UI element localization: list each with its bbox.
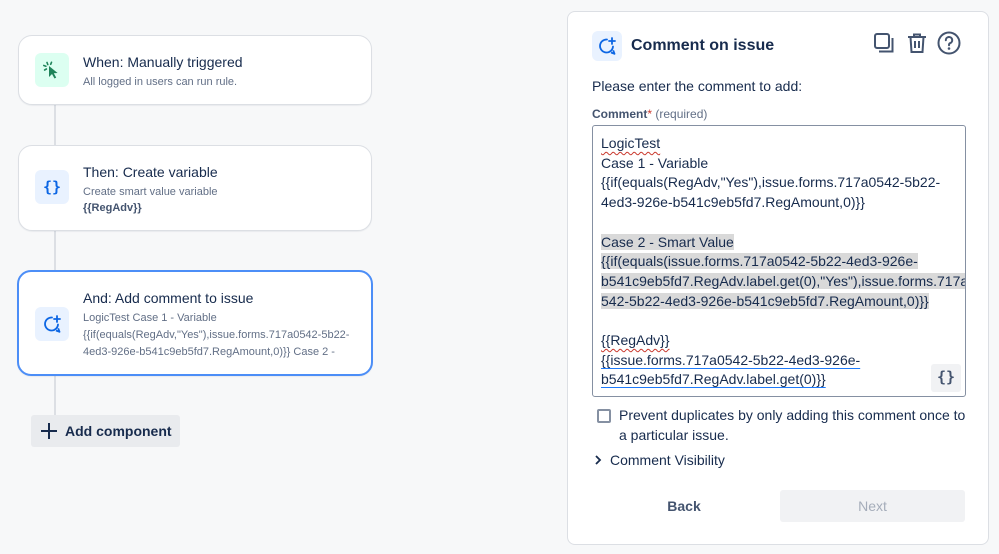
panel-title: Comment on issue: [631, 37, 775, 54]
delete-button[interactable]: [904, 32, 930, 58]
comment-add-icon: [592, 31, 622, 61]
comment-summary-line: LogicTest Case 1 - Variable: [83, 312, 217, 324]
next-button[interactable]: Next: [780, 490, 965, 522]
comment-config-panel: Comment on issue Please enter the commen…: [567, 11, 989, 545]
comment-visibility-label: Comment Visibility: [610, 452, 725, 468]
comment-prompt: Please enter the comment to add:: [592, 78, 803, 94]
duplicate-button[interactable]: [871, 32, 897, 58]
flow-connector: [54, 376, 56, 415]
comment-add-icon: [35, 307, 69, 341]
cursor-click-icon: [35, 53, 69, 87]
chevron-right-icon: [594, 455, 602, 465]
comment-visibility-toggle[interactable]: Comment Visibility: [594, 452, 725, 468]
comment-summary-line: 4ed3-926e-b541c9eb5fd7.RegAmount,0)}} Ca…: [83, 346, 335, 358]
braces-icon: {}: [35, 170, 69, 204]
rule-flow: When: Manually triggered All logged in u…: [0, 0, 560, 554]
duplicate-icon: [873, 32, 895, 59]
comment-field-label: Comment* (required): [592, 107, 708, 121]
help-button[interactable]: [936, 31, 962, 60]
comment-summary-line: {{if(equals(RegAdv,"Yes"),issue.forms.71…: [83, 329, 350, 341]
variable-title: Then: Create variable: [83, 164, 218, 180]
comment-title: And: Add comment to issue: [83, 290, 254, 306]
plus-icon: [40, 422, 58, 440]
trash-icon: [906, 32, 928, 59]
flow-connector: [54, 231, 56, 271]
trigger-title: When: Manually triggered: [83, 54, 243, 70]
add-component-button[interactable]: Add component: [31, 415, 180, 447]
flow-connector: [54, 105, 56, 145]
trigger-card[interactable]: When: Manually triggered All logged in u…: [18, 35, 372, 105]
add-comment-card[interactable]: And: Add comment to issue LogicTest Case…: [17, 270, 373, 376]
add-component-label: Add component: [65, 423, 172, 439]
help-icon: [937, 31, 961, 60]
variable-subtitle: Create smart value variable: [83, 186, 218, 198]
create-variable-card[interactable]: {} Then: Create variable Create smart va…: [18, 145, 372, 231]
comment-textarea[interactable]: LogicTest Case 1 - Variable {{if(equals(…: [592, 125, 966, 397]
braces-icon: {}: [936, 368, 956, 387]
prevent-duplicates-label: Prevent duplicates by only adding this c…: [619, 407, 966, 443]
prevent-duplicates-checkbox[interactable]: [597, 409, 611, 423]
back-button[interactable]: Back: [648, 491, 720, 521]
trigger-subtitle: All logged in users can run rule.: [83, 76, 238, 88]
variable-name: {{RegAdv}}: [83, 202, 142, 214]
smart-value-button[interactable]: {}: [931, 364, 961, 392]
